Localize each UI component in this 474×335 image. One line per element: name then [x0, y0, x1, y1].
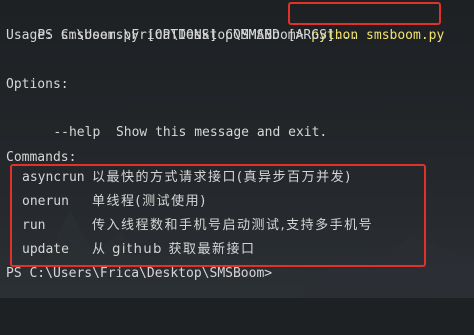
option-desc: Show this message and exit.: [115, 125, 328, 141]
command-name: onerun: [22, 194, 69, 209]
usage-line: Usage: smsboom.py [OPTIONS] COMMAND [ARG…: [6, 28, 359, 43]
command-row: asyncrun 以最快的方式请求接口(真异步百万并发): [22, 166, 350, 190]
command-desc: 传入线程数和手机号启动测试,支持多手机号: [92, 218, 374, 233]
command-row: update 从 github 获取最新接口: [22, 238, 254, 262]
final-prompt-line[interactable]: PS C:\Users\Frica\Desktop\SMSBoom>: [6, 262, 272, 286]
option-flag: --help: [53, 125, 101, 141]
option-row: --help Show this message and exit.: [22, 97, 327, 140]
command-row: onerun 单线程(测试使用): [22, 190, 205, 214]
terminal-window[interactable]: PS C:\Users\Frica\Desktop\SMSBoom> pytho…: [0, 0, 474, 298]
command-name: run: [22, 218, 46, 233]
command-desc: 单线程(测试使用): [92, 194, 207, 209]
command-row: run 传入线程数和手机号启动测试,支持多手机号: [22, 214, 372, 238]
command-highlight-box: [288, 2, 441, 25]
command-name: asyncrun: [22, 170, 85, 185]
options-heading: Options:: [6, 77, 69, 92]
command-desc: 从 github 获取最新接口: [92, 242, 256, 257]
command-name: update: [22, 242, 69, 257]
command-desc: 以最快的方式请求接口(真异步百万并发): [92, 170, 352, 185]
